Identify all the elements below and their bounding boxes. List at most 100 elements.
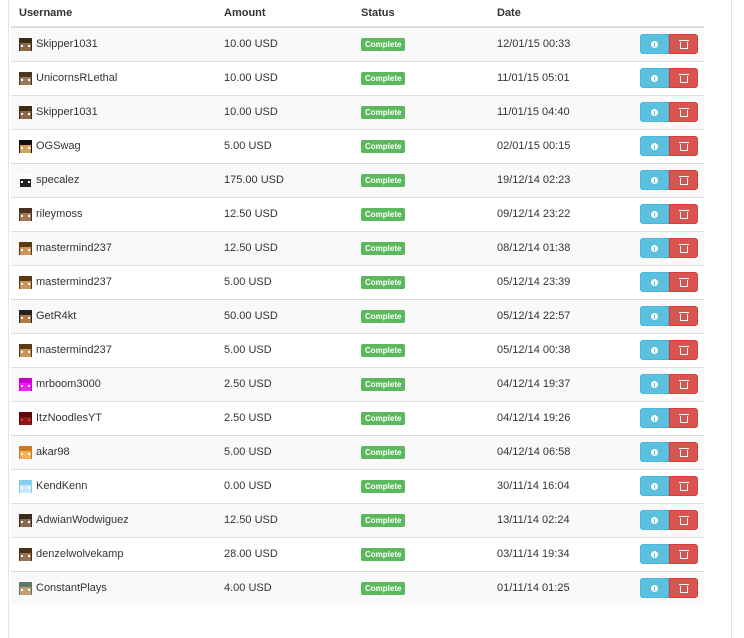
- info-button[interactable]: [640, 102, 669, 122]
- delete-button[interactable]: [669, 476, 698, 496]
- info-button[interactable]: [640, 170, 669, 190]
- table-row: ConstantPlays 4.00 USD Complete 01/11/14…: [11, 570, 704, 605]
- user-cell: akar98: [19, 445, 208, 459]
- info-button[interactable]: [640, 408, 669, 428]
- info-button[interactable]: [640, 306, 669, 326]
- username-text[interactable]: denzelwolvekamp: [36, 548, 123, 560]
- delete-button[interactable]: [669, 578, 698, 599]
- trash-icon: [678, 277, 689, 287]
- delete-button[interactable]: [669, 306, 698, 326]
- header-username[interactable]: Username: [11, 0, 216, 28]
- username-text[interactable]: mastermind237: [36, 242, 112, 254]
- status-cell: Complete: [353, 60, 489, 95]
- action-buttons: [625, 102, 704, 122]
- avatar-eyes: [21, 588, 30, 591]
- table-row: ItzNoodlesYT 2.50 USD Complete 04/12/14 …: [11, 400, 704, 435]
- user-cell: Skipper1031: [19, 105, 208, 119]
- info-button[interactable]: [640, 272, 669, 292]
- username-text[interactable]: mastermind237: [36, 276, 112, 288]
- info-button[interactable]: [640, 68, 669, 88]
- delete-button[interactable]: [669, 272, 698, 292]
- delete-button[interactable]: [669, 408, 698, 428]
- table-row: AdwianWodwiguez 12.50 USD Complete 13/11…: [11, 502, 704, 537]
- action-buttons: [625, 578, 704, 599]
- date-cell: 09/12/14 23:22: [489, 196, 625, 231]
- delete-button[interactable]: [669, 374, 698, 394]
- info-button[interactable]: [640, 544, 669, 564]
- username-cell: GetR4kt: [11, 298, 216, 333]
- username-text[interactable]: mastermind237: [36, 344, 112, 356]
- username-text[interactable]: OGSwag: [36, 140, 81, 152]
- info-icon: [651, 176, 658, 184]
- username-text[interactable]: specalez: [36, 174, 79, 186]
- amount-cell: 2.50 USD: [216, 400, 353, 435]
- actions-cell: [625, 434, 704, 469]
- delete-button[interactable]: [669, 34, 698, 55]
- username-text[interactable]: mrboom3000: [36, 378, 101, 390]
- avatar-icon: [19, 71, 32, 85]
- info-button[interactable]: [640, 374, 669, 394]
- actions-cell: [625, 94, 704, 129]
- username-text[interactable]: UnicornsRLethal: [36, 72, 117, 84]
- header-date[interactable]: Date: [489, 0, 625, 28]
- amount-text: 10.00 USD: [224, 106, 278, 118]
- username-text[interactable]: AdwianWodwiguez: [36, 514, 129, 526]
- header-status[interactable]: Status: [353, 0, 489, 28]
- username-text[interactable]: KendKenn: [36, 480, 87, 492]
- amount-cell: 2.50 USD: [216, 366, 353, 401]
- actions-cell: [625, 26, 704, 61]
- delete-button[interactable]: [669, 102, 698, 122]
- avatar-eyes: [21, 282, 30, 285]
- trash-icon: [678, 549, 689, 559]
- status-cell: Complete: [353, 400, 489, 435]
- status-badge: Complete: [361, 275, 406, 289]
- date-cell: 08/12/14 01:38: [489, 230, 625, 265]
- date-cell: 11/01/15 04:40: [489, 94, 625, 129]
- info-button[interactable]: [640, 510, 669, 530]
- delete-button[interactable]: [669, 442, 698, 462]
- info-button[interactable]: [640, 34, 669, 55]
- delete-button[interactable]: [669, 136, 698, 156]
- delete-button[interactable]: [669, 170, 698, 190]
- date-text: 12/01/15 00:33: [497, 38, 571, 51]
- action-buttons: [625, 68, 704, 88]
- info-button[interactable]: [640, 204, 669, 224]
- info-button[interactable]: [640, 136, 669, 156]
- delete-button[interactable]: [669, 68, 698, 88]
- delete-button[interactable]: [669, 204, 698, 224]
- status-badge: Complete: [361, 139, 406, 153]
- username-cell: KendKenn: [11, 468, 216, 503]
- trash-icon: [678, 73, 689, 83]
- info-button[interactable]: [640, 476, 669, 496]
- table-row: mastermind237 5.00 USD Complete 05/12/14…: [11, 332, 704, 367]
- actions-cell: [625, 298, 704, 333]
- username-text[interactable]: ConstantPlays: [36, 582, 107, 594]
- info-button[interactable]: [640, 578, 669, 599]
- delete-button[interactable]: [669, 510, 698, 530]
- delete-button[interactable]: [669, 544, 698, 564]
- username-text[interactable]: akar98: [36, 446, 70, 458]
- amount-cell: 12.50 USD: [216, 502, 353, 537]
- info-button[interactable]: [640, 442, 669, 462]
- trash-icon: [678, 39, 689, 49]
- username-text[interactable]: Skipper1031: [36, 38, 98, 50]
- info-button[interactable]: [640, 238, 669, 258]
- avatar-icon: [19, 343, 32, 357]
- username-cell: Skipper1031: [11, 26, 216, 61]
- delete-button[interactable]: [669, 340, 698, 360]
- amount-cell: 50.00 USD: [216, 298, 353, 333]
- avatar-eyes: [21, 248, 30, 251]
- username-text[interactable]: ItzNoodlesYT: [36, 412, 102, 424]
- date-cell: 19/12/14 02:23: [489, 162, 625, 197]
- info-button[interactable]: [640, 340, 669, 360]
- trash-icon: [678, 515, 689, 525]
- username-text[interactable]: GetR4kt: [36, 310, 76, 322]
- header-amount[interactable]: Amount: [216, 0, 353, 28]
- actions-cell: [625, 196, 704, 231]
- delete-button[interactable]: [669, 238, 698, 258]
- avatar-icon: [19, 445, 32, 459]
- table-row: akar98 5.00 USD Complete 04/12/14 06:58: [11, 434, 704, 469]
- username-text[interactable]: Skipper1031: [36, 106, 98, 118]
- username-text[interactable]: rileymoss: [36, 208, 82, 220]
- status-badge: Complete: [361, 377, 406, 391]
